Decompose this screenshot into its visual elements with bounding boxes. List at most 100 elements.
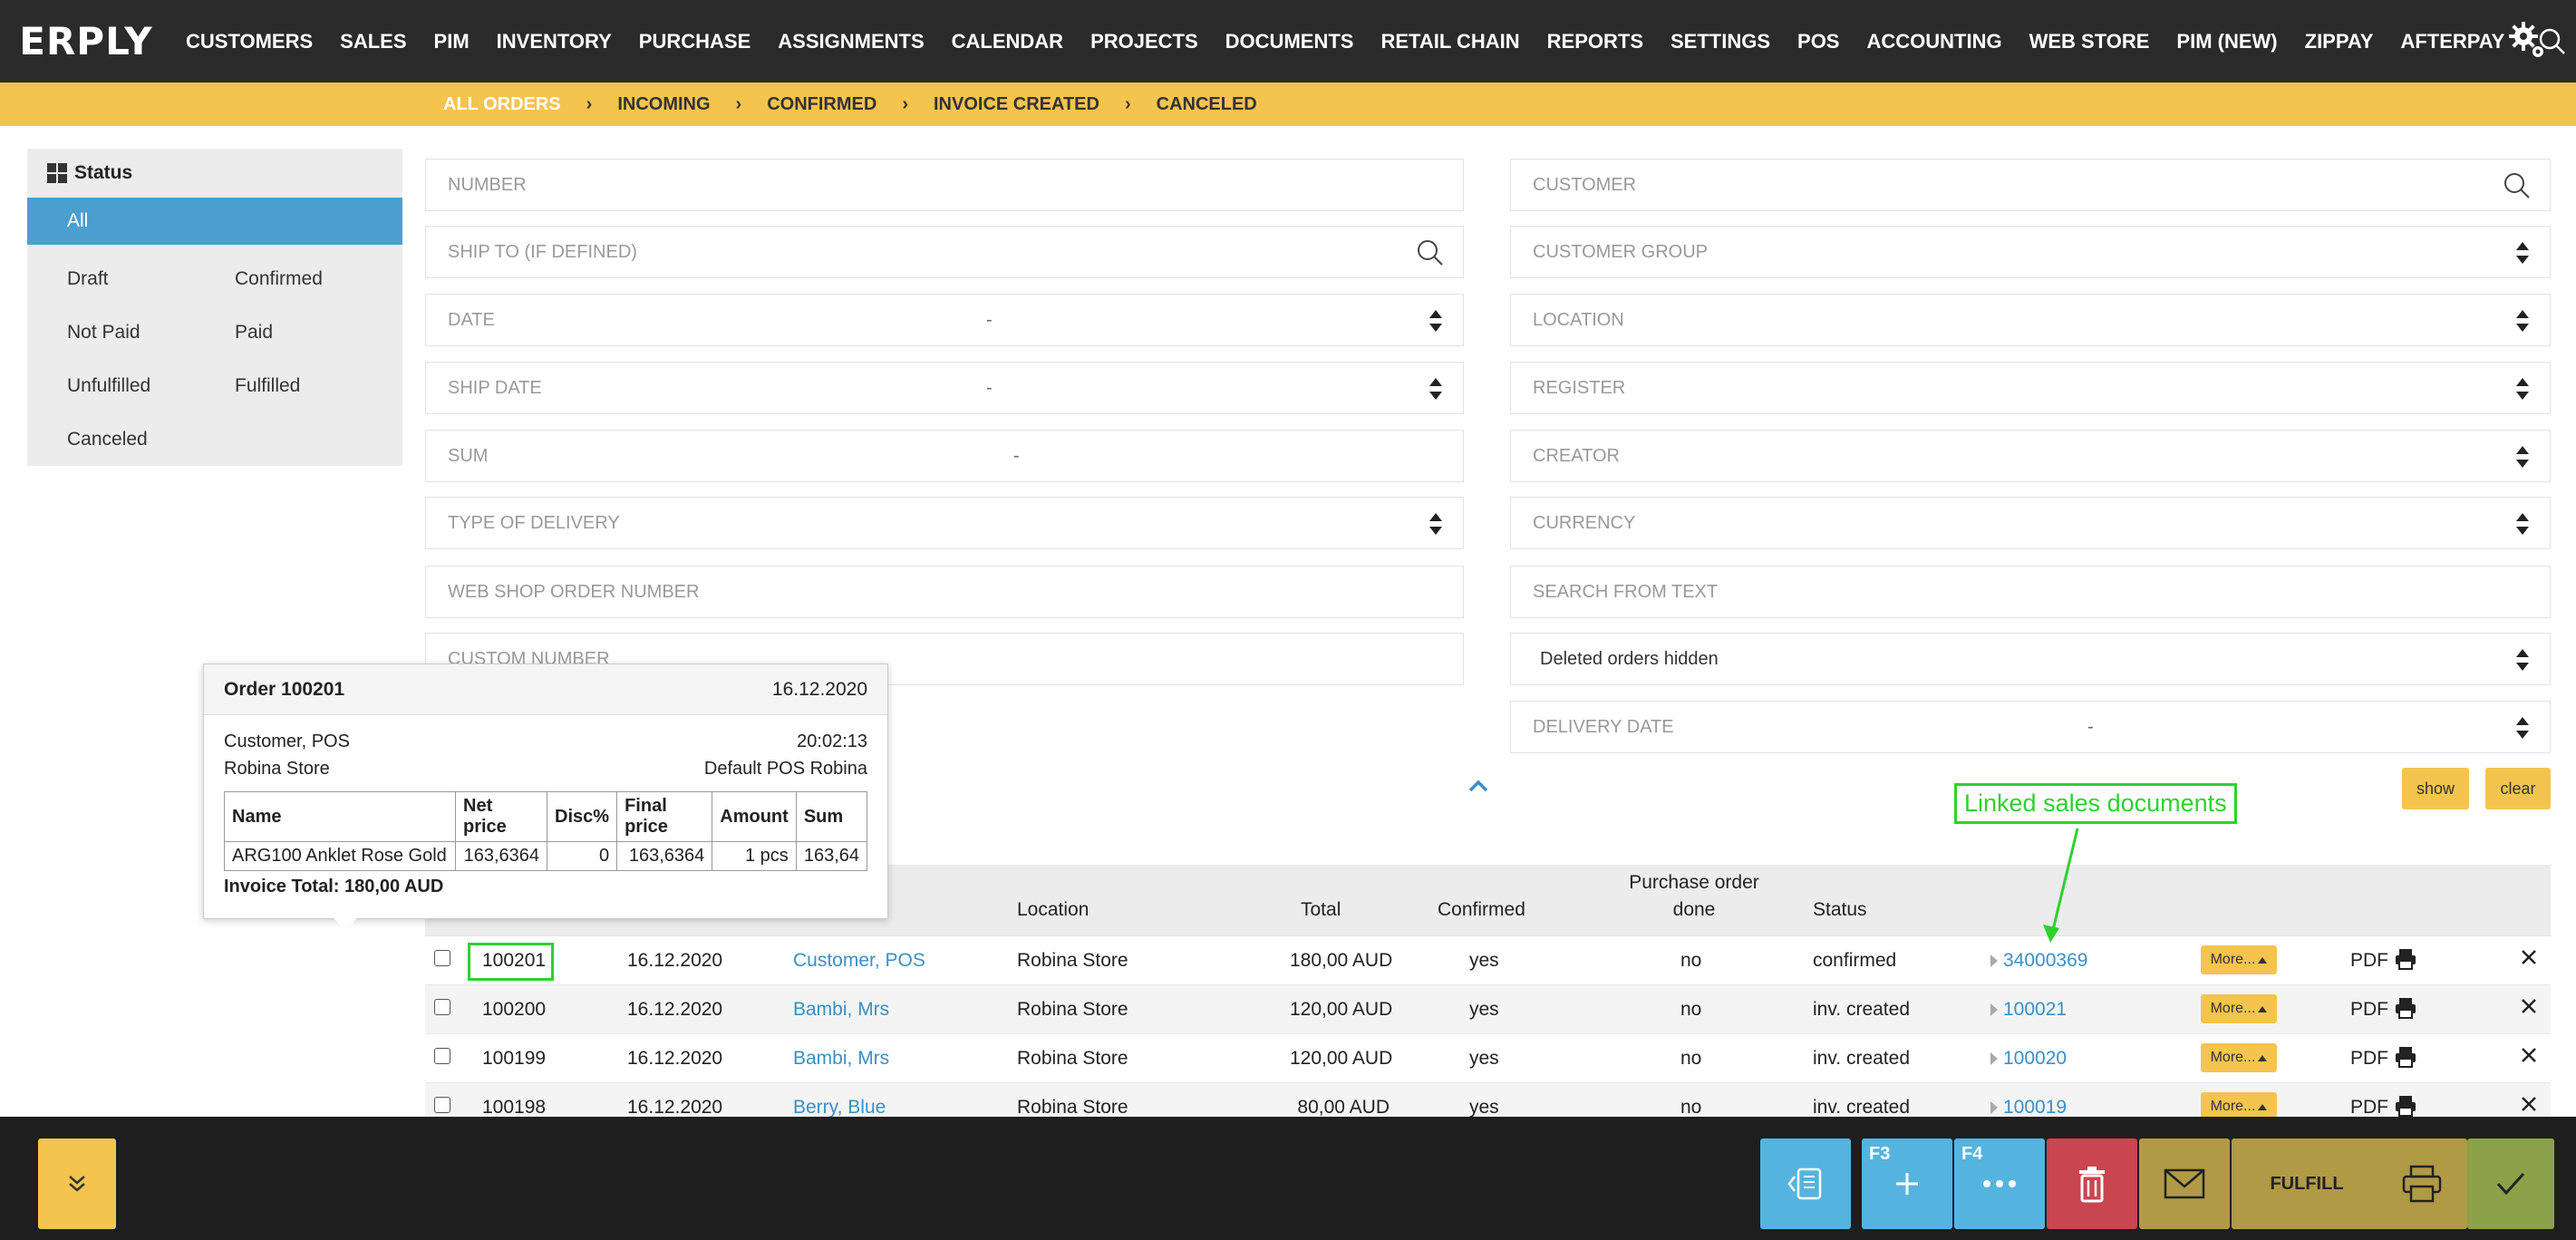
nav-purchase[interactable]: PURCHASE <box>625 30 764 53</box>
date-field[interactable]: DATE - <box>425 294 1464 346</box>
sort-arrows-icon[interactable] <box>2515 444 2530 470</box>
web-shop-order-number-field[interactable]: WEB SHOP ORDER NUMBER <box>425 566 1464 618</box>
search-icon[interactable] <box>1416 238 1445 267</box>
status-draft[interactable]: Draft <box>67 252 235 305</box>
status-not-paid[interactable]: Not Paid <box>67 305 235 359</box>
nav-web-store[interactable]: WEB STORE <box>2016 30 2164 53</box>
nav-retail-chain[interactable]: RETAIL CHAIN <box>1367 30 1533 53</box>
nav-sales[interactable]: SALES <box>326 30 420 53</box>
order-number[interactable]: 100198 <box>482 1097 546 1119</box>
currency-select[interactable]: CURRENCY <box>1510 497 2551 549</box>
nav-pim[interactable]: PIM <box>421 30 483 53</box>
sort-arrows-icon[interactable] <box>1428 308 1443 334</box>
column-status[interactable]: Status <box>1813 899 1867 921</box>
status-unfulfilled[interactable]: Unfulfilled <box>67 359 235 412</box>
row-checkbox[interactable] <box>434 1097 450 1113</box>
nav-customers[interactable]: CUSTOMERS <box>172 30 326 53</box>
fulfill-button[interactable]: FULFILL <box>2232 1138 2382 1229</box>
type-of-delivery-select[interactable]: TYPE OF DELIVERY <box>425 497 1464 549</box>
printer-icon[interactable] <box>2394 1094 2417 1118</box>
nav-calendar[interactable]: CALENDAR <box>938 30 1077 53</box>
deleted-orders-select[interactable]: Deleted orders hidden <box>1510 633 2551 685</box>
nav-inventory[interactable]: INVENTORY <box>483 30 625 53</box>
order-number[interactable]: 100200 <box>482 999 546 1021</box>
customer-link[interactable]: Bambi, Mrs <box>793 999 889 1021</box>
sort-arrows-icon[interactable] <box>2515 511 2530 537</box>
pdf-link[interactable]: PDF <box>2350 1097 2388 1119</box>
more-button[interactable]: More... <box>2201 1043 2277 1072</box>
tab-all-orders[interactable]: ALL ORDERS <box>443 94 561 115</box>
close-icon[interactable] <box>2519 996 2539 1016</box>
more-button[interactable]: More... <box>2201 945 2277 974</box>
nav-pim-new[interactable]: PIM (NEW) <box>2163 30 2290 53</box>
sort-arrows-icon[interactable] <box>2515 647 2530 673</box>
erply-logo[interactable]: ERPLY <box>0 0 172 82</box>
sort-arrows-icon[interactable] <box>2515 715 2530 741</box>
tab-canceled[interactable]: CANCELED <box>1157 94 1257 115</box>
search-from-text-field[interactable]: SEARCH FROM TEXT <box>1510 566 2551 618</box>
nav-afterpay[interactable]: AFTERPAY <box>2387 30 2518 53</box>
nav-accounting[interactable]: ACCOUNTING <box>1853 30 2015 53</box>
status-confirmed[interactable]: Confirmed <box>235 252 402 305</box>
chevron-up-icon[interactable] <box>1468 780 1488 792</box>
clear-button[interactable]: clear <box>2485 768 2551 809</box>
close-icon[interactable] <box>2519 1094 2539 1114</box>
nav-settings[interactable]: SETTINGS <box>1657 30 1784 53</box>
customer-link[interactable]: Bambi, Mrs <box>793 1048 889 1070</box>
column-purchase-order-done[interactable]: Purchase order done <box>1622 872 1767 921</box>
sort-arrows-icon[interactable] <box>1428 376 1443 402</box>
tab-invoice-created[interactable]: INVOICE CREATED <box>934 94 1099 115</box>
column-confirmed[interactable]: Confirmed <box>1438 899 1525 921</box>
status-paid[interactable]: Paid <box>235 305 402 359</box>
customer-field[interactable]: CUSTOMER <box>1510 159 2551 211</box>
email-button[interactable] <box>2139 1138 2230 1229</box>
customer-link[interactable]: Berry, Blue <box>793 1097 886 1119</box>
location-select[interactable]: LOCATION <box>1510 294 2551 346</box>
nav-projects[interactable]: PROJECTS <box>1077 30 1212 53</box>
gear-icon[interactable] <box>2505 18 2549 62</box>
tab-confirmed[interactable]: CONFIRMED <box>767 94 876 115</box>
sort-arrows-icon[interactable] <box>2515 376 2530 402</box>
nav-documents[interactable]: DOCUMENTS <box>1212 30 1368 53</box>
customer-group-select[interactable]: CUSTOMER GROUP <box>1510 226 2551 278</box>
number-field[interactable]: NUMBER <box>425 159 1464 211</box>
show-button[interactable]: show <box>2402 768 2469 809</box>
status-fulfilled[interactable]: Fulfilled <box>235 359 402 412</box>
ship-to-field[interactable]: SHIP TO (IF DEFINED) <box>425 226 1464 278</box>
row-checkbox[interactable] <box>434 1048 450 1064</box>
ship-date-field[interactable]: SHIP DATE - <box>425 362 1464 414</box>
more-actions-button[interactable]: F4 <box>1954 1138 2045 1229</box>
delete-button[interactable] <box>2047 1138 2137 1229</box>
linked-document-link[interactable]: 100019 <box>1990 1097 2067 1119</box>
printer-icon[interactable] <box>2394 996 2417 1020</box>
linked-document-link[interactable]: 100021 <box>1990 999 2067 1021</box>
linked-document-link[interactable]: 100020 <box>1990 1048 2067 1070</box>
nav-pos[interactable]: POS <box>1784 30 1853 53</box>
printer-icon[interactable] <box>2394 1045 2417 1069</box>
nav-reports[interactable]: REPORTS <box>1534 30 1657 53</box>
sort-arrows-icon[interactable] <box>2515 308 2530 334</box>
table-row[interactable]: 100199 16.12.2020 Bambi, Mrs Robina Stor… <box>425 1033 2551 1082</box>
print-button[interactable] <box>2377 1138 2467 1229</box>
nav-assignments[interactable]: ASSIGNMENTS <box>764 30 937 53</box>
pdf-link[interactable]: PDF <box>2350 950 2388 972</box>
sum-field[interactable]: SUM - <box>425 430 1464 482</box>
order-number[interactable]: 100199 <box>482 1048 546 1070</box>
search-icon[interactable] <box>2503 171 2532 200</box>
tab-incoming[interactable]: INCOMING <box>617 94 710 115</box>
close-icon[interactable] <box>2519 1045 2539 1065</box>
pdf-link[interactable]: PDF <box>2350 1048 2388 1070</box>
linked-document-link[interactable]: 34000369 <box>1990 950 2087 972</box>
row-checkbox[interactable] <box>434 950 450 966</box>
add-button[interactable]: F3 <box>1862 1138 1952 1229</box>
nav-zippay[interactable]: ZIPPAY <box>2291 30 2387 53</box>
sort-arrows-icon[interactable] <box>1428 511 1443 537</box>
row-checkbox[interactable] <box>434 999 450 1015</box>
table-row[interactable]: 100201 16.12.2020 Customer, POS Robina S… <box>425 935 2551 984</box>
customer-link[interactable]: Customer, POS <box>793 950 925 972</box>
register-select[interactable]: REGISTER <box>1510 362 2551 414</box>
status-canceled[interactable]: Canceled <box>67 412 235 466</box>
sidebar-toggle-button[interactable] <box>1760 1138 1851 1229</box>
close-icon[interactable] <box>2519 947 2539 967</box>
status-all[interactable]: All <box>27 198 402 245</box>
